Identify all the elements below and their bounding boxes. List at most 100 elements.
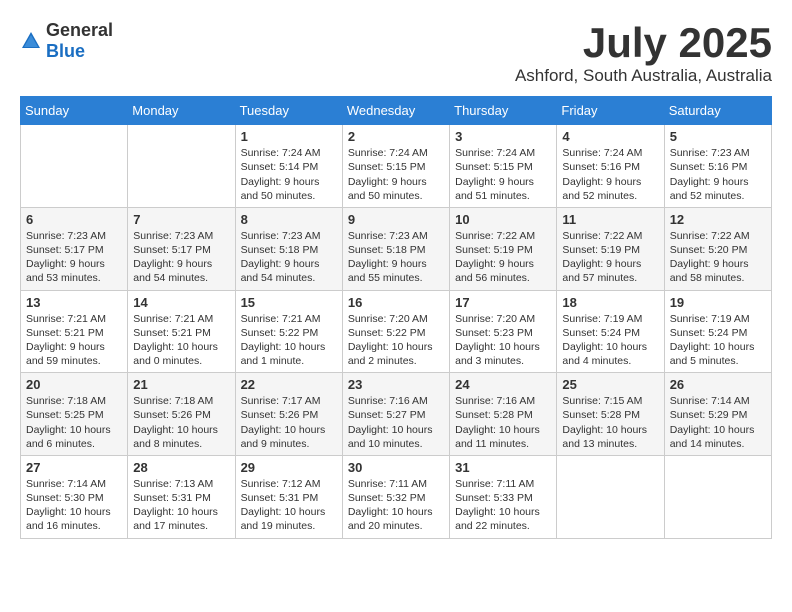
day-detail: Sunrise: 7:20 AM Sunset: 5:23 PM Dayligh… (455, 312, 551, 369)
day-cell: 10Sunrise: 7:22 AM Sunset: 5:19 PM Dayli… (450, 207, 557, 290)
day-cell: 5Sunrise: 7:23 AM Sunset: 5:16 PM Daylig… (664, 125, 771, 208)
day-number: 15 (241, 295, 337, 310)
day-detail: Sunrise: 7:24 AM Sunset: 5:14 PM Dayligh… (241, 146, 337, 203)
day-detail: Sunrise: 7:23 AM Sunset: 5:16 PM Dayligh… (670, 146, 766, 203)
day-cell (557, 455, 664, 538)
logo-icon (20, 30, 42, 52)
day-number: 3 (455, 129, 551, 144)
day-number: 4 (562, 129, 658, 144)
day-detail: Sunrise: 7:16 AM Sunset: 5:28 PM Dayligh… (455, 394, 551, 451)
day-number: 19 (670, 295, 766, 310)
day-detail: Sunrise: 7:22 AM Sunset: 5:20 PM Dayligh… (670, 229, 766, 286)
day-number: 6 (26, 212, 122, 227)
page-header: General Blue July 2025 Ashford, South Au… (20, 20, 772, 86)
weekday-header-saturday: Saturday (664, 97, 771, 125)
weekday-header-monday: Monday (128, 97, 235, 125)
day-number: 22 (241, 377, 337, 392)
day-cell: 4 Sunrise: 7:24 AM Sunset: 5:16 PM Daylig… (557, 125, 664, 208)
week-row-1: 1Sunrise: 7:24 AM Sunset: 5:14 PM Daylig… (21, 125, 772, 208)
day-number: 9 (348, 212, 444, 227)
day-detail: Sunrise: 7:22 AM Sunset: 5:19 PM Dayligh… (562, 229, 658, 286)
day-number: 12 (670, 212, 766, 227)
logo-general: General (46, 20, 113, 40)
day-cell: 6Sunrise: 7:23 AM Sunset: 5:17 PM Daylig… (21, 207, 128, 290)
day-detail: Sunrise: 7:19 AM Sunset: 5:24 PM Dayligh… (670, 312, 766, 369)
day-number: 31 (455, 460, 551, 475)
day-number: 18 (562, 295, 658, 310)
day-number: 25 (562, 377, 658, 392)
location-title: Ashford, South Australia, Australia (515, 66, 772, 86)
day-detail: Sunrise: 7:15 AM Sunset: 5:28 PM Dayligh… (562, 394, 658, 451)
calendar-table: SundayMondayTuesdayWednesdayThursdayFrid… (20, 96, 772, 538)
day-cell (21, 125, 128, 208)
day-cell: 28Sunrise: 7:13 AM Sunset: 5:31 PM Dayli… (128, 455, 235, 538)
day-cell: 29 Sunrise: 7:12 AM Sunset: 5:31 PM Dayli… (235, 455, 342, 538)
day-number: 20 (26, 377, 122, 392)
day-detail: Sunrise: 7:14 AM Sunset: 5:30 PM Dayligh… (26, 477, 122, 534)
day-cell: 1Sunrise: 7:24 AM Sunset: 5:14 PM Daylig… (235, 125, 342, 208)
day-cell: 31 Sunrise: 7:11 AM Sunset: 5:33 PM Dayli… (450, 455, 557, 538)
logo: General Blue (20, 20, 113, 62)
weekday-header-sunday: Sunday (21, 97, 128, 125)
day-detail: Sunrise: 7:17 AM Sunset: 5:26 PM Dayligh… (241, 394, 337, 451)
day-detail: Sunrise: 7:21 AM Sunset: 5:22 PM Dayligh… (241, 312, 337, 369)
day-cell: 19 Sunrise: 7:19 AM Sunset: 5:24 PM Dayli… (664, 290, 771, 373)
day-detail: Sunrise: 7:21 AM Sunset: 5:21 PM Dayligh… (133, 312, 229, 369)
weekday-header-friday: Friday (557, 97, 664, 125)
day-cell: 22 Sunrise: 7:17 AM Sunset: 5:26 PM Dayli… (235, 373, 342, 456)
day-cell: 3 Sunrise: 7:24 AM Sunset: 5:15 PM Daylig… (450, 125, 557, 208)
month-title: July 2025 (515, 20, 772, 66)
day-cell: 27 Sunrise: 7:14 AM Sunset: 5:30 PM Dayli… (21, 455, 128, 538)
day-number: 26 (670, 377, 766, 392)
day-detail: Sunrise: 7:23 AM Sunset: 5:17 PM Dayligh… (133, 229, 229, 286)
day-number: 2 (348, 129, 444, 144)
day-detail: Sunrise: 7:11 AM Sunset: 5:32 PM Dayligh… (348, 477, 444, 534)
day-number: 27 (26, 460, 122, 475)
day-detail: Sunrise: 7:16 AM Sunset: 5:27 PM Dayligh… (348, 394, 444, 451)
day-detail: Sunrise: 7:24 AM Sunset: 5:15 PM Dayligh… (348, 146, 444, 203)
title-area: July 2025 Ashford, South Australia, Aust… (515, 20, 772, 86)
day-cell: 23 Sunrise: 7:16 AM Sunset: 5:27 PM Dayli… (342, 373, 449, 456)
day-number: 14 (133, 295, 229, 310)
day-number: 24 (455, 377, 551, 392)
day-number: 7 (133, 212, 229, 227)
day-number: 13 (26, 295, 122, 310)
day-detail: Sunrise: 7:24 AM Sunset: 5:16 PM Dayligh… (562, 146, 658, 203)
day-detail: Sunrise: 7:24 AM Sunset: 5:15 PM Dayligh… (455, 146, 551, 203)
day-cell: 12 Sunrise: 7:22 AM Sunset: 5:20 PM Dayli… (664, 207, 771, 290)
day-number: 17 (455, 295, 551, 310)
day-number: 8 (241, 212, 337, 227)
week-row-5: 27 Sunrise: 7:14 AM Sunset: 5:30 PM Dayli… (21, 455, 772, 538)
day-cell: 14 Sunrise: 7:21 AM Sunset: 5:21 PM Dayli… (128, 290, 235, 373)
day-cell: 2 Sunrise: 7:24 AM Sunset: 5:15 PM Daylig… (342, 125, 449, 208)
day-cell: 20 Sunrise: 7:18 AM Sunset: 5:25 PM Dayli… (21, 373, 128, 456)
day-cell: 30Sunrise: 7:11 AM Sunset: 5:32 PM Dayli… (342, 455, 449, 538)
day-cell: 26Sunrise: 7:14 AM Sunset: 5:29 PM Dayli… (664, 373, 771, 456)
day-number: 28 (133, 460, 229, 475)
day-number: 11 (562, 212, 658, 227)
day-cell: 21 Sunrise: 7:18 AM Sunset: 5:26 PM Dayli… (128, 373, 235, 456)
day-detail: Sunrise: 7:18 AM Sunset: 5:26 PM Dayligh… (133, 394, 229, 451)
day-cell: 7 Sunrise: 7:23 AM Sunset: 5:17 PM Daylig… (128, 207, 235, 290)
day-number: 23 (348, 377, 444, 392)
day-detail: Sunrise: 7:12 AM Sunset: 5:31 PM Dayligh… (241, 477, 337, 534)
weekday-header-wednesday: Wednesday (342, 97, 449, 125)
day-cell: 16Sunrise: 7:20 AM Sunset: 5:22 PM Dayli… (342, 290, 449, 373)
day-detail: Sunrise: 7:18 AM Sunset: 5:25 PM Dayligh… (26, 394, 122, 451)
day-detail: Sunrise: 7:11 AM Sunset: 5:33 PM Dayligh… (455, 477, 551, 534)
week-row-3: 13 Sunrise: 7:21 AM Sunset: 5:21 PM Dayli… (21, 290, 772, 373)
week-row-2: 6 Sunrise: 7:23 AM Sunset: 5:17 PM Daylig… (21, 207, 772, 290)
day-detail: Sunrise: 7:19 AM Sunset: 5:24 PM Dayligh… (562, 312, 658, 369)
day-cell: 15 Sunrise: 7:21 AM Sunset: 5:22 PM Dayli… (235, 290, 342, 373)
weekday-header-thursday: Thursday (450, 97, 557, 125)
weekday-header-tuesday: Tuesday (235, 97, 342, 125)
day-cell: 18 Sunrise: 7:19 AM Sunset: 5:24 PM Dayli… (557, 290, 664, 373)
day-cell (664, 455, 771, 538)
day-number: 29 (241, 460, 337, 475)
day-number: 21 (133, 377, 229, 392)
day-detail: Sunrise: 7:20 AM Sunset: 5:22 PM Dayligh… (348, 312, 444, 369)
day-cell: 9Sunrise: 7:23 AM Sunset: 5:18 PM Daylig… (342, 207, 449, 290)
day-cell: 8Sunrise: 7:23 AM Sunset: 5:18 PM Daylig… (235, 207, 342, 290)
day-cell: 25 Sunrise: 7:15 AM Sunset: 5:28 PM Dayli… (557, 373, 664, 456)
day-cell (128, 125, 235, 208)
